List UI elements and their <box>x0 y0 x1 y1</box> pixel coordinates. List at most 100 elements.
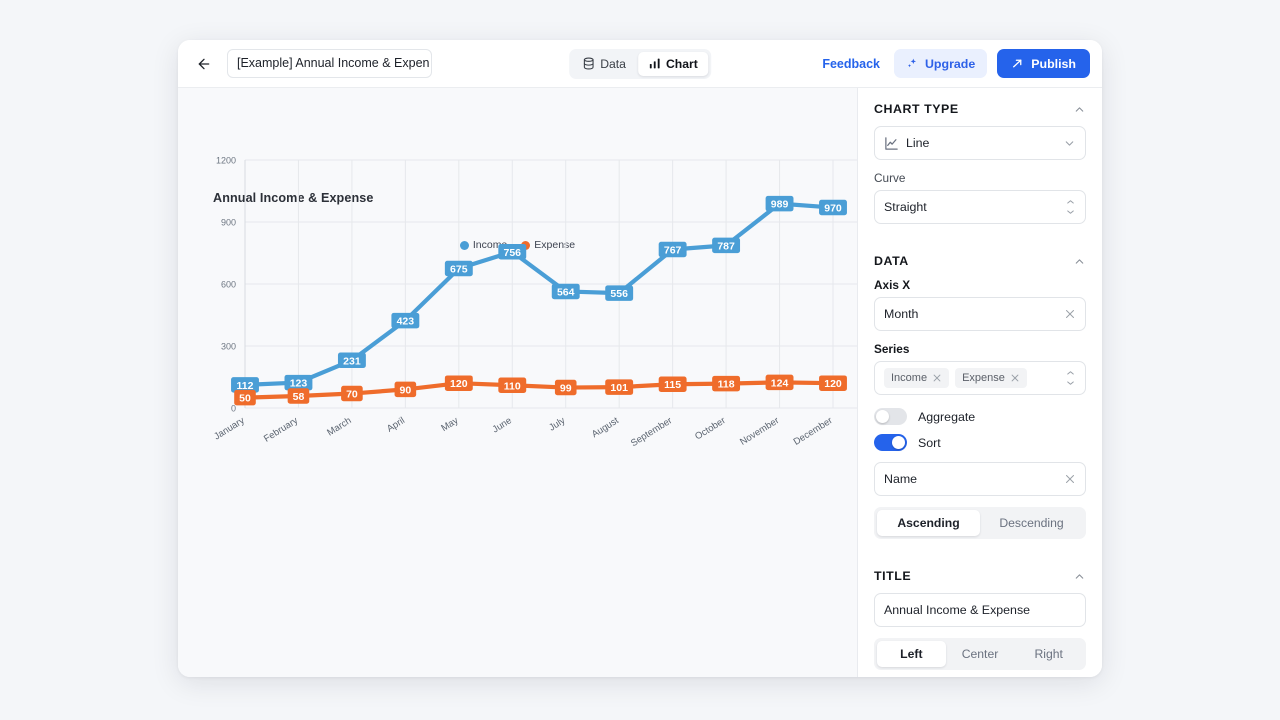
svg-text:58: 58 <box>293 391 305 403</box>
svg-text:600: 600 <box>221 280 236 290</box>
title-align-right-option[interactable]: Right <box>1014 641 1083 667</box>
chevron-up-down-icon[interactable] <box>1065 371 1076 385</box>
chevron-up-icon[interactable] <box>1073 255 1086 268</box>
section-title-title: TITLE <box>874 569 911 583</box>
svg-text:December: December <box>792 415 835 448</box>
toggle-knob <box>876 410 889 423</box>
series-tag-list: Income Expense <box>884 368 1058 388</box>
title-align-switcher: Left Center Right <box>874 638 1086 670</box>
svg-text:675: 675 <box>450 264 468 276</box>
chevron-up-down-icon[interactable] <box>1065 200 1076 214</box>
chart-type-select[interactable]: Line <box>874 126 1086 160</box>
tab-chart-label: Chart <box>666 57 698 71</box>
svg-text:70: 70 <box>346 389 358 401</box>
upgrade-button[interactable]: Upgrade <box>894 49 987 78</box>
axis-x-select[interactable]: Month <box>874 297 1086 331</box>
svg-text:January: January <box>212 415 247 442</box>
settings-panel: CHART TYPE Line <box>857 88 1102 677</box>
sparkles-icon <box>906 57 919 70</box>
line-chart-plot: 0 300 600 900 1200 January February March April M… <box>178 88 857 677</box>
section-title-data: DATA <box>874 254 909 268</box>
tab-data[interactable]: Data <box>572 52 636 76</box>
svg-text:September: September <box>629 415 674 449</box>
svg-text:90: 90 <box>400 384 412 396</box>
svg-text:99: 99 <box>560 383 572 395</box>
back-button[interactable] <box>190 50 218 78</box>
chevron-up-icon[interactable] <box>1073 103 1086 116</box>
section-header-data[interactable]: DATA <box>858 240 1102 278</box>
series-tag-income[interactable]: Income <box>884 368 949 388</box>
svg-text:March: March <box>325 415 353 438</box>
publish-button[interactable]: Publish <box>997 49 1090 78</box>
section-body-data: Axis X Month Series Income <box>858 278 1102 555</box>
svg-text:767: 767 <box>664 244 682 256</box>
section-body-chart-type: Line Curve Straight <box>858 126 1102 240</box>
database-icon <box>582 57 595 70</box>
svg-text:0: 0 <box>231 404 236 414</box>
chart-type-value: Line <box>906 136 1056 150</box>
svg-text:989: 989 <box>771 199 789 211</box>
line-chart-icon <box>884 136 899 151</box>
svg-text:November: November <box>738 415 781 448</box>
sort-field-value: Name <box>884 472 1057 486</box>
sort-ascending-option[interactable]: Ascending <box>877 510 980 536</box>
curve-value: Straight <box>884 200 1058 214</box>
svg-text:October: October <box>693 415 727 442</box>
svg-text:1200: 1200 <box>216 156 236 166</box>
svg-text:123: 123 <box>290 378 308 390</box>
top-toolbar: [Example] Annual Income & Expen Data Cha… <box>178 40 1102 88</box>
svg-text:124: 124 <box>771 377 789 389</box>
svg-text:756: 756 <box>504 247 522 259</box>
svg-text:115: 115 <box>664 379 681 391</box>
clear-sort-field-icon[interactable] <box>1064 473 1076 485</box>
series-tag-income-label: Income <box>891 372 927 384</box>
svg-text:50: 50 <box>239 393 251 405</box>
svg-text:423: 423 <box>397 316 415 328</box>
svg-text:118: 118 <box>718 379 735 391</box>
svg-text:April: April <box>385 415 407 434</box>
remove-series-income-icon[interactable] <box>932 373 942 383</box>
aggregate-toggle[interactable] <box>874 408 907 425</box>
feedback-link[interactable]: Feedback <box>818 57 884 71</box>
chevron-down-icon[interactable] <box>1063 137 1076 150</box>
view-mode-switcher: Data Chart <box>569 49 711 79</box>
svg-text:120: 120 <box>824 378 842 390</box>
section-header-chart-type[interactable]: CHART TYPE <box>858 88 1102 126</box>
tab-chart[interactable]: Chart <box>638 52 708 76</box>
bar-chart-icon <box>648 57 661 70</box>
svg-text:900: 900 <box>221 218 236 228</box>
tab-data-label: Data <box>600 57 626 71</box>
aggregate-label: Aggregate <box>918 410 975 424</box>
svg-text:February: February <box>262 415 300 445</box>
series-select[interactable]: Income Expense <box>874 361 1086 395</box>
publish-label: Publish <box>1031 57 1076 71</box>
section-title-chart-type: CHART TYPE <box>874 102 959 116</box>
top-toolbar-actions: Feedback Upgrade Publish <box>818 49 1090 78</box>
curve-select[interactable]: Straight <box>874 190 1086 224</box>
upgrade-label: Upgrade <box>925 57 975 71</box>
remove-series-expense-icon[interactable] <box>1010 373 1020 383</box>
clear-axis-x-icon[interactable] <box>1064 308 1076 320</box>
series-tag-expense[interactable]: Expense <box>955 368 1027 388</box>
toggle-knob <box>892 436 905 449</box>
svg-text:May: May <box>439 415 460 434</box>
title-input-value: Annual Income & Expense <box>884 603 1076 617</box>
sort-toggle[interactable] <box>874 434 907 451</box>
axis-x-label: Axis X <box>874 278 1086 292</box>
section-header-title[interactable]: TITLE <box>858 555 1102 593</box>
title-input[interactable]: Annual Income & Expense <box>874 593 1086 627</box>
chart-editor-window: [Example] Annual Income & Expen Data Cha… <box>178 40 1102 677</box>
arrow-left-icon <box>196 56 212 72</box>
title-align-center-option[interactable]: Center <box>946 641 1015 667</box>
document-title-input[interactable]: [Example] Annual Income & Expen <box>227 49 432 78</box>
sort-label: Sort <box>918 436 941 450</box>
chart-canvas: Annual Income & Expense Income Expense 0… <box>178 88 857 677</box>
chevron-up-icon[interactable] <box>1073 570 1086 583</box>
svg-text:556: 556 <box>610 288 628 300</box>
curve-label: Curve <box>874 171 1086 185</box>
title-align-left-option[interactable]: Left <box>877 641 946 667</box>
sort-field-select[interactable]: Name <box>874 462 1086 496</box>
series-tag-expense-label: Expense <box>962 372 1005 384</box>
svg-text:300: 300 <box>221 342 236 352</box>
sort-descending-option[interactable]: Descending <box>980 510 1083 536</box>
